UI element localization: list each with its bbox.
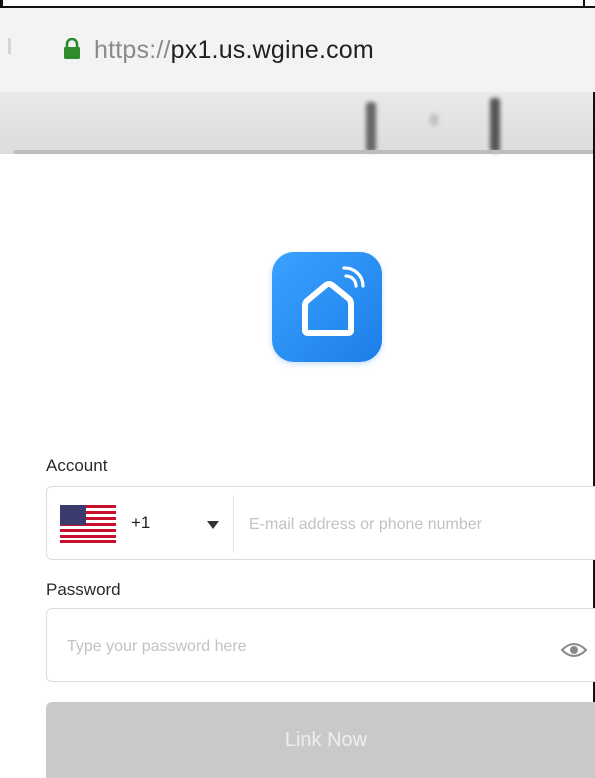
url-scheme: https:// (94, 36, 171, 64)
lock-icon (64, 38, 80, 59)
browser-address-bar[interactable]: https://px1.us.wgine.com (0, 8, 595, 93)
link-now-button[interactable]: Link Now (46, 702, 595, 778)
url-host: px1.us.wgine.com (170, 36, 374, 64)
field-divider (233, 495, 234, 553)
back-edge-hint (8, 38, 11, 54)
url-text[interactable]: https://px1.us.wgine.com (94, 36, 374, 65)
us-flag-icon[interactable] (60, 505, 116, 543)
account-input[interactable] (247, 497, 595, 553)
eye-icon[interactable] (561, 641, 587, 659)
page-banner-image (0, 92, 595, 154)
password-label: Password (46, 580, 121, 599)
smart-home-icon (272, 252, 382, 362)
password-field (46, 608, 595, 682)
chevron-down-icon[interactable] (207, 521, 219, 529)
account-label: Account (46, 456, 108, 475)
country-code[interactable]: +1 (131, 513, 150, 533)
window-top-border (0, 0, 595, 14)
password-input[interactable] (65, 619, 549, 675)
account-field: +1 (46, 486, 595, 560)
